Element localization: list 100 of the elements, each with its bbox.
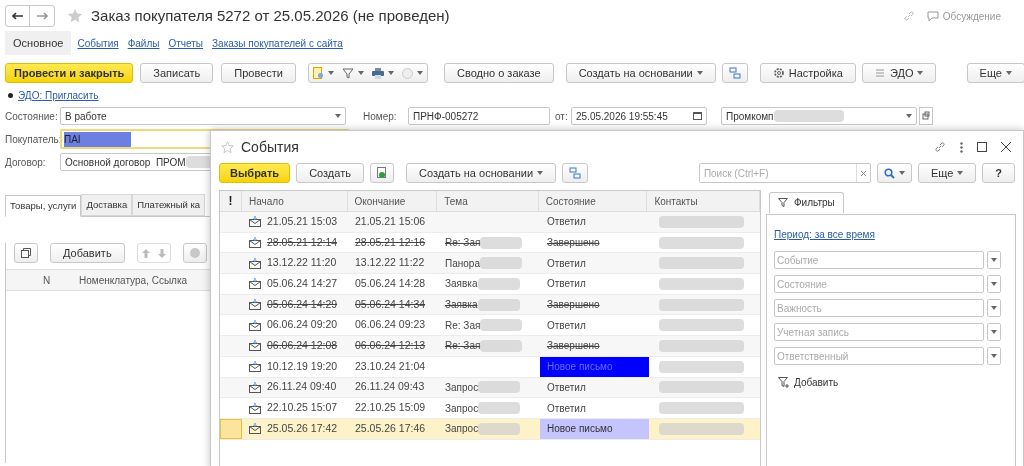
caret-icon (417, 71, 423, 75)
more-button[interactable]: Еще (917, 163, 977, 183)
table-cell-text: 10.12.19 19:20 (267, 358, 338, 374)
printer-icon[interactable] (372, 67, 384, 79)
dropdown-button[interactable] (987, 251, 1001, 269)
status-cell-text: Ответил (546, 401, 587, 416)
kebab-menu-icon[interactable] (960, 141, 963, 153)
column-header[interactable]: Контакты (647, 191, 760, 211)
caret-icon (991, 282, 997, 286)
period-link[interactable]: Период: за все время (774, 229, 875, 240)
clear-icon[interactable] (860, 170, 866, 176)
blurred-text (479, 257, 522, 270)
window-title: Заказ покупателя 5272 от 25.05.2026 (не проведен) (91, 5, 450, 26)
filter-icon[interactable] (342, 67, 354, 79)
event-row[interactable]: 26.11.24 09:40 26.11.24 09:43 Запрос Ответил (220, 377, 760, 399)
date-field[interactable]: 25.05.2026 19:55:45 (571, 107, 707, 125)
calendar-icon[interactable] (693, 112, 702, 120)
open-icon[interactable] (919, 107, 933, 125)
star-icon[interactable] (221, 140, 234, 154)
table-cell: 22.10.25 15:09 (355, 400, 426, 416)
event-row[interactable]: 05.06.24 14:29 05.06.24 14:34 Заявка Завершено (220, 294, 760, 316)
event-row[interactable]: 25.05.26 17:42 25.05.26 17:46 Запрос Новое письмо (220, 418, 760, 440)
table-cell-text: 21.05.21 15:06 (355, 213, 426, 229)
edo-button[interactable]: ЭДО (861, 63, 937, 83)
create-based-on-button[interactable]: Создать на основании (405, 163, 557, 183)
more-button[interactable]: Еще (966, 63, 1024, 83)
nav-tab[interactable]: Отчеты (165, 35, 207, 51)
document-clock-icon[interactable] (313, 67, 324, 79)
event-row[interactable]: 13.12.22 11:20 13.12.22 11:22 Панора Ответил (220, 253, 760, 275)
status-cell-text: Ответил (546, 277, 587, 292)
field-label: Состояние: (5, 109, 59, 124)
star-icon[interactable] (67, 8, 83, 24)
column-header[interactable]: Окончание (347, 191, 438, 211)
dropdown-button[interactable] (987, 299, 1001, 317)
caret-icon (957, 171, 964, 175)
help-button[interactable]: ? (982, 163, 1015, 183)
mail-icon (249, 257, 261, 269)
add-filter-button[interactable]: Добавить (778, 375, 839, 390)
nav-tab[interactable]: Основное (5, 31, 72, 55)
edo-invite-link[interactable]: ЭДО: Пригласить (18, 87, 99, 103)
dropdown-button[interactable] (987, 323, 1001, 341)
create-button[interactable]: Создать (296, 163, 364, 183)
caret-icon (991, 354, 997, 358)
organization-field[interactable]: Промкомп (721, 107, 917, 125)
chat-icon (926, 10, 939, 22)
document-tab[interactable]: Товары, услуги (5, 195, 82, 217)
mail-icon (249, 423, 261, 435)
nav-tab[interactable]: Файлы (124, 35, 163, 51)
caret-icon (335, 114, 341, 118)
mail-icon (249, 299, 261, 311)
table-cell-text: 06.06.24 09:20 (267, 317, 338, 333)
caret-icon (537, 171, 544, 175)
dropdown-button[interactable] (987, 347, 1001, 365)
search-button[interactable] (876, 163, 912, 183)
column-header[interactable]: ! (220, 191, 242, 211)
structure-icon (569, 167, 582, 179)
number-field[interactable]: ПРНФ-005272 (408, 107, 550, 125)
save-button[interactable]: Записать (140, 63, 214, 83)
table-cell-text: Re: Зая (445, 318, 481, 333)
table-cell: 05.06.24 14:27 (267, 276, 338, 292)
summary-button[interactable]: Сводно о заказе (444, 63, 554, 83)
caret-icon (898, 171, 905, 175)
structure-icon (728, 67, 741, 79)
nav-tab[interactable]: Заказы покупателей с сайта (209, 35, 346, 51)
mail-icon (249, 361, 261, 373)
post-button[interactable]: Провести (221, 63, 296, 83)
column-header[interactable]: Тема (437, 191, 539, 211)
maximize-icon[interactable] (977, 142, 987, 152)
column-header[interactable]: Состояние (538, 191, 648, 211)
copy-button[interactable] (14, 243, 38, 263)
settings-button[interactable]: Настройка (759, 63, 856, 83)
choose-button[interactable]: Выбрать (219, 163, 291, 183)
event-row[interactable]: 06.06.24 12:08 06.06.24 12:13 Re: Зая Завершено (220, 336, 760, 357)
document-tab[interactable]: Доставка (81, 194, 133, 216)
event-row[interactable]: 21.05.21 15:03 21.05.21 15:06 Ответил (220, 212, 760, 233)
nav-tab[interactable]: События (74, 35, 122, 51)
status-cell: Новое письмо (540, 356, 649, 377)
add-button[interactable]: Добавить (50, 243, 125, 263)
copy-icon (21, 248, 31, 258)
close-icon[interactable] (1001, 142, 1011, 152)
link-icon[interactable] (934, 141, 946, 153)
mail-icon (249, 237, 261, 249)
add-file-button[interactable] (369, 163, 394, 183)
caret-icon (696, 71, 703, 75)
filters-tab[interactable]: Фильтры (769, 191, 844, 213)
mail-icon (249, 319, 261, 331)
dropdown-button[interactable] (987, 275, 1001, 293)
table-cell: 06.06.24 12:13 (355, 338, 426, 354)
event-row[interactable]: 10.12.19 19:20 23.10.24 21:04 Новое письмо (220, 356, 760, 378)
status-cell-text: Завершено (546, 298, 601, 313)
caret-icon (991, 258, 997, 262)
post-and-close-button[interactable]: Провести и закрыть (5, 63, 134, 83)
table-cell-text: 28.05.21 12:14 (267, 234, 338, 250)
column-header[interactable]: Начало (241, 191, 348, 211)
document-tab[interactable]: Платежный ка (132, 194, 206, 216)
status-cell-text: Ответил (546, 215, 587, 230)
create-based-on-button[interactable]: Создать на основании (565, 63, 716, 83)
state-field[interactable]: В работе (60, 107, 346, 125)
table-cell-text: 13.12.22 11:22 (355, 255, 425, 271)
table-cell-text: 28.05.21 12:16 (355, 234, 426, 250)
